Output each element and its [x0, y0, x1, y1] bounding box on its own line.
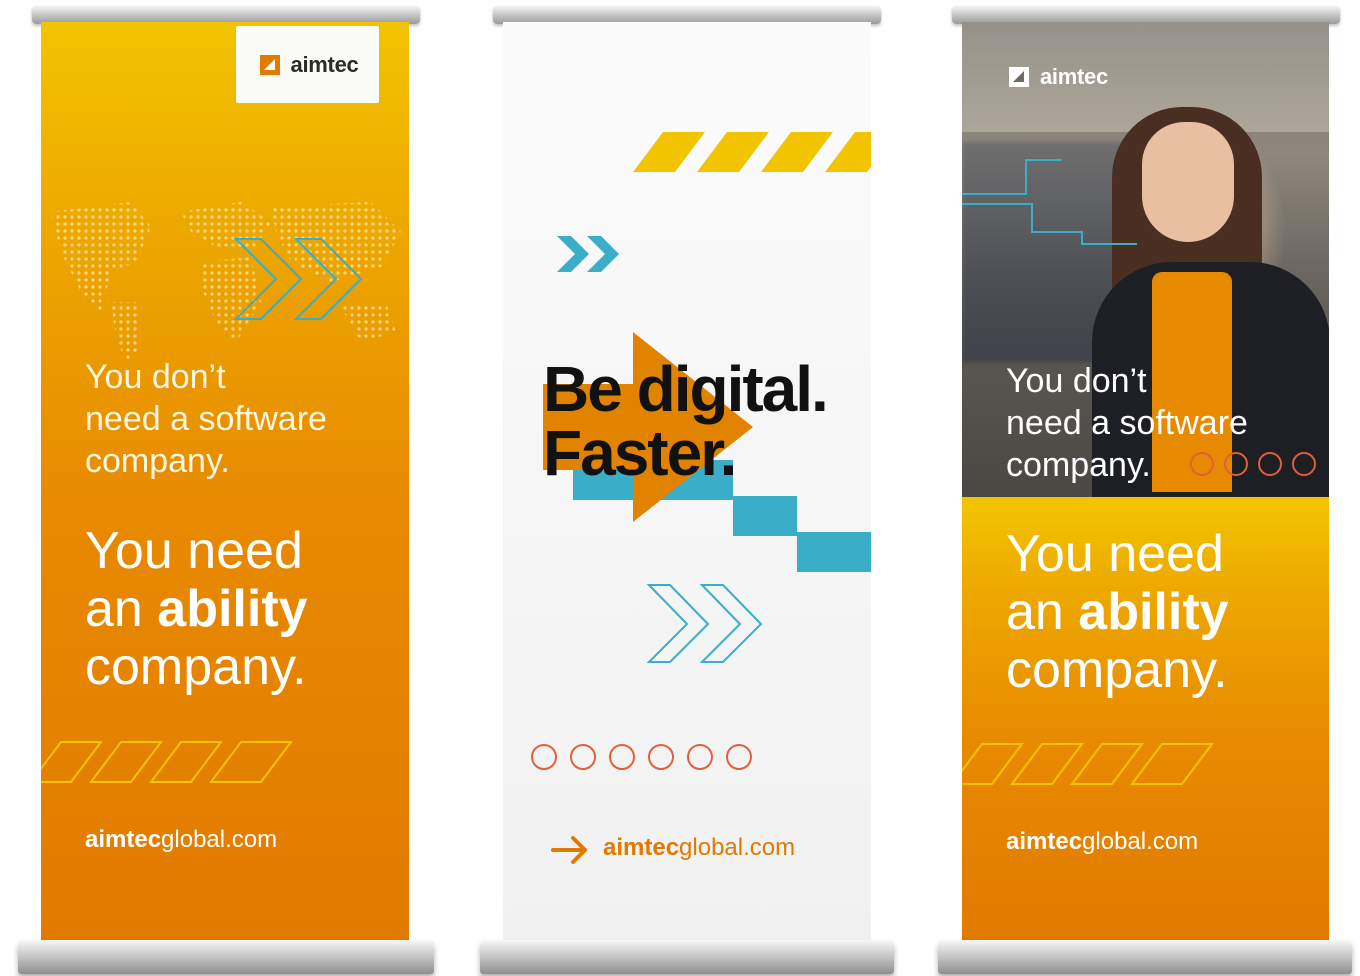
circle-4 [648, 744, 674, 770]
photo-person-face [1142, 122, 1234, 242]
left-banner: aimtec You don’t need a software company… [41, 22, 409, 942]
double-chevron-outline-icon [233, 238, 363, 320]
aimtec-logo: aimtec [1006, 64, 1108, 90]
yellow-stripes [633, 132, 871, 172]
headline: Be digital. Faster. [543, 353, 829, 489]
diagonal-stripes-outline [41, 741, 293, 783]
middle-banner: Be digital. Faster. aimtecglobal.com [503, 22, 871, 942]
right-banner: aimtec You don’t need a software company… [962, 22, 1329, 942]
logo-wordmark: aimtec [290, 51, 359, 77]
left-banner-base [18, 940, 434, 974]
circle-3 [1258, 452, 1282, 476]
circle-2 [1224, 452, 1248, 476]
aimtec-logo: aimtec [236, 26, 379, 103]
tagline-small: You don’t need a software company. [85, 358, 327, 480]
aimtec-logo-icon [259, 54, 280, 75]
tagline-big: You need an ability company. [1006, 525, 1229, 699]
diagonal-stripes-outline [962, 743, 1214, 785]
teal-line-decoration [962, 159, 1137, 245]
website-url[interactable]: aimtecglobal.com [1006, 828, 1198, 856]
tagline-big: You need an ability company. [85, 522, 308, 696]
circle-1 [1190, 452, 1214, 476]
double-chevron-outline-icon [646, 584, 763, 663]
right-banner-base [938, 940, 1352, 974]
circle-5 [687, 744, 713, 770]
circle-1 [531, 744, 557, 770]
double-chevron-teal-icon [557, 236, 619, 272]
circle-4 [1292, 452, 1316, 476]
arrow-right-icon [551, 836, 587, 864]
website-url[interactable]: aimtecglobal.com [85, 826, 277, 854]
circle-2 [570, 744, 596, 770]
aimtec-logo-icon [1009, 67, 1029, 87]
circle-3 [609, 744, 635, 770]
logo-wordmark: aimtec [1040, 64, 1108, 89]
circle-6 [726, 744, 752, 770]
website-url[interactable]: aimtecglobal.com [603, 834, 795, 862]
middle-banner-base [480, 940, 894, 974]
